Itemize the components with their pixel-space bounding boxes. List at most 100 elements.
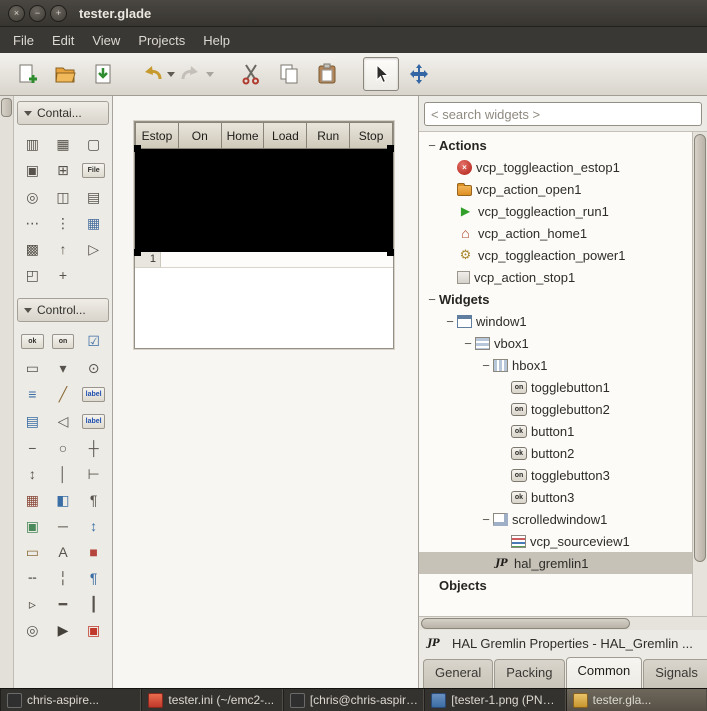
tree-row-vcp-action-stop1[interactable]: vcp_action_stop1 [419, 266, 692, 288]
tree-row-objects[interactable]: Objects [419, 574, 692, 596]
image-icon[interactable]: ▣ [17, 513, 48, 539]
radio-group-icon[interactable]: ◎ [17, 184, 48, 210]
tree-row-actions[interactable]: −Actions [419, 134, 692, 156]
expander-icon[interactable]: − [443, 314, 457, 329]
tree-row-vcp-sourceview1[interactable]: vcp_sourceview1 [419, 530, 692, 552]
tree-row-hal-gremlin1[interactable]: JPhal_gremlin1 [419, 552, 692, 574]
panes-icon[interactable]: ◫ [48, 184, 79, 210]
palette-section-header-contai[interactable]: Contai... [17, 101, 109, 125]
ruler-icon[interactable]: ▭ [17, 539, 48, 565]
vdots-icon[interactable]: ⋮ [48, 210, 79, 236]
new-button[interactable] [9, 57, 45, 91]
tree-row-hbox1[interactable]: −hbox1 [419, 354, 692, 376]
copy-button[interactable] [271, 57, 307, 91]
selection-handle[interactable] [387, 249, 394, 256]
paste-button[interactable] [309, 57, 345, 91]
design-button-on[interactable]: On [179, 122, 222, 149]
open-button[interactable] [47, 57, 83, 91]
vscale-icon[interactable]: ╎ [48, 565, 79, 591]
tree-row-button3[interactable]: okbutton3 [419, 486, 692, 508]
drag-resize-button[interactable] [401, 57, 437, 91]
paragraph-icon[interactable]: ¶ [78, 487, 109, 513]
blue-table-icon[interactable]: ▦ [78, 210, 109, 236]
dropdown-arrow-icon[interactable] [167, 72, 175, 77]
scrollbar-thumb[interactable] [694, 134, 706, 562]
tree-row-vcp-toggleaction-estop1[interactable]: ×vcp_toggleaction_estop1 [419, 156, 692, 178]
entry-icon[interactable]: ▭ [17, 355, 48, 381]
grid-icon[interactable]: ▦ [48, 131, 79, 157]
up-arrow-icon[interactable]: ↑ [48, 236, 79, 262]
radio-button-icon[interactable]: ⊙ [78, 355, 109, 381]
selection-handle[interactable] [387, 145, 394, 152]
taskbar-item-chris-chris-aspire[interactable]: [chris@chris-aspire... [283, 689, 424, 711]
vline-icon[interactable]: │ [48, 461, 79, 487]
combo-box-icon[interactable]: ▾ [48, 355, 79, 381]
expander-icon[interactable]: − [461, 336, 475, 351]
design-canvas[interactable]: EstopOnHomeLoadRunStop 1 [113, 96, 418, 688]
pencil-icon[interactable]: ╱ [48, 381, 79, 407]
tree-row-vcp-action-open1[interactable]: vcp_action_open1 [419, 178, 692, 200]
redo-button[interactable] [178, 57, 215, 91]
palette-scrollbar[interactable] [0, 96, 14, 688]
font-icon[interactable]: A [48, 539, 79, 565]
minimize-window-button[interactable]: − [29, 5, 46, 22]
tab-packing[interactable]: Packing [494, 659, 564, 688]
expander2-icon[interactable]: ▹ [17, 591, 48, 617]
tree-row-vcp-action-home1[interactable]: ⌂vcp_action_home1 [419, 222, 692, 244]
dropdown-arrow-icon[interactable] [206, 72, 214, 77]
label2-icon[interactable]: label [82, 414, 105, 429]
design-button-home[interactable]: Home [222, 122, 265, 149]
package-icon[interactable]: ▣ [78, 617, 109, 643]
scrollbar-thumb[interactable] [1, 98, 12, 117]
expander-icon[interactable]: − [479, 512, 493, 527]
design-button-estop[interactable]: Estop [135, 122, 179, 149]
tab-general[interactable]: General [423, 659, 493, 688]
hsep2-icon[interactable]: ━ [48, 591, 79, 617]
speaker-icon[interactable]: ◁ [48, 408, 79, 434]
tree-horizontal-scrollbar[interactable] [419, 616, 707, 630]
cut-button[interactable] [233, 57, 269, 91]
hal-gremlin-widget[interactable] [135, 149, 393, 252]
tree-row-vcp-toggleaction-power1[interactable]: ⚙vcp_toggleaction_power1 [419, 244, 692, 266]
file-chooser-icon[interactable]: File [82, 163, 105, 178]
window-pane-icon[interactable]: ◰ [17, 262, 48, 288]
text-view-icon[interactable]: ¶ [78, 565, 109, 591]
save-button[interactable] [85, 57, 121, 91]
taskbar-item-chris-aspire[interactable]: chris-aspire... [0, 689, 141, 711]
palette-section-header-control[interactable]: Control... [17, 298, 109, 322]
toggle-button-icon[interactable]: on [52, 334, 75, 349]
taskbar-item-tester-gla[interactable]: tester.gla... [566, 689, 707, 711]
tree-row-scrolledwindow1[interactable]: −scrolledwindow1 [419, 508, 692, 530]
tree-row-window1[interactable]: −window1 [419, 310, 692, 332]
menu-file[interactable]: File [4, 29, 43, 52]
expander-icon[interactable]: − [479, 358, 493, 373]
frame-icon[interactable]: ▣ [17, 157, 48, 183]
widget-search-input[interactable] [424, 102, 702, 126]
circle-icon[interactable]: ○ [48, 435, 79, 461]
tree-row-togglebutton2[interactable]: ontogglebutton2 [419, 398, 692, 420]
tree-list-icon[interactable]: ⊢ [78, 461, 109, 487]
vsep2-icon[interactable]: ┃ [78, 591, 109, 617]
sourceview-widget[interactable]: 1 [135, 252, 393, 347]
tree-row-togglebutton3[interactable]: ontogglebutton3 [419, 464, 692, 486]
expander-arrow-icon[interactable]: ▷ [78, 236, 109, 262]
selection-handle[interactable] [134, 145, 141, 152]
sourceview-empty-area[interactable] [135, 268, 393, 347]
tree-row-vcp-toggleaction-run1[interactable]: ▶vcp_toggleaction_run1 [419, 200, 692, 222]
design-button-run[interactable]: Run [307, 122, 350, 149]
menu-help[interactable]: Help [194, 29, 239, 52]
ok-button-icon[interactable]: ok [21, 334, 44, 349]
blue-list-icon[interactable]: ▤ [17, 408, 48, 434]
sourceview-text-area[interactable] [161, 252, 393, 267]
tree-row-button1[interactable]: okbutton1 [419, 420, 692, 442]
tree-row-vbox1[interactable]: −vbox1 [419, 332, 692, 354]
add-table-icon[interactable]: ⊞ [48, 157, 79, 183]
close-window-button[interactable]: × [8, 5, 25, 22]
cross-icon[interactable]: + [48, 262, 79, 288]
expander-icon[interactable]: − [425, 138, 439, 153]
text-lines-icon[interactable]: ≡ [17, 381, 48, 407]
tab-signals[interactable]: Signals [643, 659, 707, 688]
taskbar-item-tester-ini-emc2[interactable]: tester.ini (~/emc2-... [141, 689, 282, 711]
hscale-icon[interactable]: ╌ [17, 565, 48, 591]
slider-icon[interactable]: ┼ [78, 435, 109, 461]
